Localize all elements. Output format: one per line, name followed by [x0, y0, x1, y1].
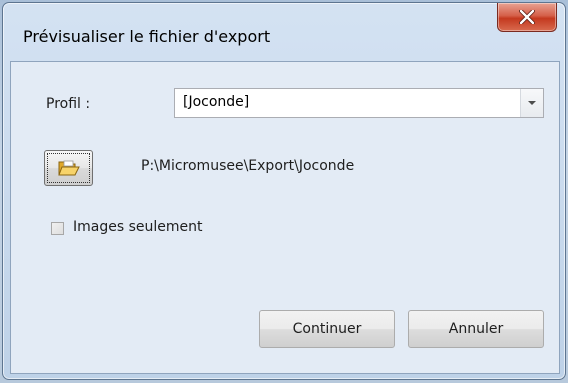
dialog-window: Prévisualiser le fichier d'export Profil…: [2, 2, 566, 380]
dialog-title: Prévisualiser le fichier d'export: [23, 27, 271, 46]
profile-label: Profil :: [46, 96, 91, 112]
profile-select[interactable]: [Joconde]: [174, 88, 544, 118]
title-bar[interactable]: Prévisualiser le fichier d'export: [3, 3, 565, 61]
close-button[interactable]: [497, 3, 557, 32]
images-only-label[interactable]: Images seulement: [73, 219, 203, 235]
continue-button[interactable]: Continuer: [259, 310, 395, 348]
cancel-button[interactable]: Annuler: [408, 310, 544, 348]
profile-select-value: [Joconde]: [183, 94, 250, 110]
open-folder-icon: [57, 160, 80, 176]
images-only-checkbox[interactable]: [51, 222, 64, 235]
close-x-icon: [519, 10, 535, 24]
profile-dropdown-button[interactable]: [520, 89, 543, 117]
chevron-down-icon: [528, 100, 536, 105]
export-path: P:\Micromusee\Export\Joconde: [141, 158, 355, 174]
browse-folder-button[interactable]: [44, 150, 93, 186]
dialog-content: Profil : [Joconde] P:\Micromusee\Export\…: [10, 61, 560, 374]
